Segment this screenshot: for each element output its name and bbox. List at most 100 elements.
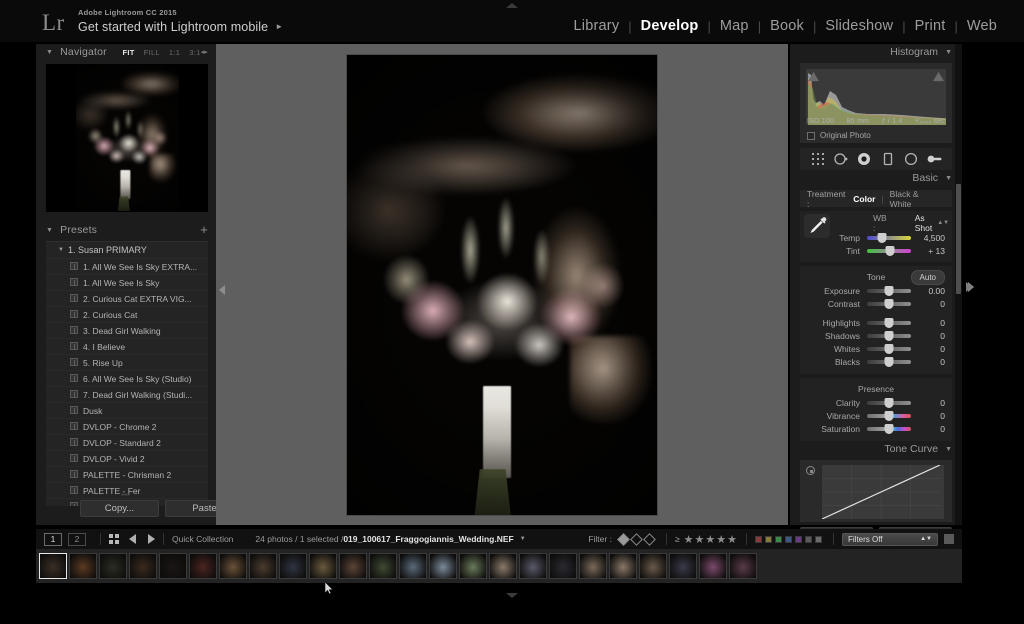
preset-item[interactable]: DVLOP - Vivid 2 <box>46 451 208 467</box>
slider-track[interactable] <box>867 397 911 408</box>
arrow-left-icon[interactable] <box>129 534 136 544</box>
preset-item[interactable]: PALETTE - Chrisman 2 <box>46 467 208 483</box>
preset-item[interactable]: DVLOP - Chrome 2 <box>46 419 208 435</box>
slider-track[interactable] <box>867 356 911 367</box>
rating-operator[interactable]: ≥ <box>675 534 680 544</box>
color-label-swatch[interactable] <box>795 535 802 543</box>
slider-value[interactable]: 0 <box>911 331 945 341</box>
flag-unflagged-icon[interactable] <box>630 532 643 546</box>
preset-item[interactable]: 3. Dead Girl Walking <box>46 323 208 339</box>
color-label-filters[interactable] <box>755 535 825 543</box>
module-slideshow[interactable]: Slideshow <box>816 18 902 34</box>
filmstrip-thumbnail[interactable] <box>249 553 277 579</box>
slider-track[interactable] <box>867 298 911 309</box>
filmstrip-thumbnail[interactable] <box>309 553 337 579</box>
filmstrip-thumbnail[interactable] <box>609 553 637 579</box>
filmstrip-thumbnail[interactable] <box>339 553 367 579</box>
slider-blacks[interactable]: Blacks 0 <box>807 355 945 368</box>
filmstrip-thumbnail[interactable] <box>129 553 157 579</box>
chevron-down-icon[interactable]: ▼ <box>945 49 952 56</box>
star-icon[interactable]: ★ <box>727 534 737 546</box>
page-button-1[interactable]: 1 <box>44 532 62 546</box>
color-label-swatch[interactable] <box>815 535 822 543</box>
color-label-swatch[interactable] <box>765 535 772 543</box>
treatment-bw-button[interactable]: Black & White <box>884 189 945 209</box>
tone-curve-panel[interactable] <box>800 460 952 522</box>
slider-contrast[interactable]: Contrast 0 <box>807 297 945 310</box>
star-icon[interactable]: ★ <box>695 534 705 546</box>
auto-tone-button[interactable]: Auto <box>910 270 945 285</box>
slider-knob[interactable] <box>884 397 894 408</box>
crop-overlay-icon[interactable] <box>811 152 825 166</box>
filmstrip-thumbnail[interactable] <box>669 553 697 579</box>
slider-tint[interactable]: Tint + 13 <box>807 244 945 257</box>
module-library[interactable]: Library <box>565 18 629 34</box>
color-label-swatch[interactable] <box>805 535 812 543</box>
preset-folder[interactable]: ▼ 1. Susan PRIMARY <box>46 242 208 259</box>
slider-whites[interactable]: Whites 0 <box>807 342 945 355</box>
module-web[interactable]: Web <box>958 18 1006 34</box>
rating-stars[interactable]: ★★★★★ <box>684 530 738 548</box>
main-photo[interactable] <box>347 55 657 515</box>
filmstrip-thumbnail[interactable] <box>579 553 607 579</box>
slider-value[interactable]: 0 <box>911 411 945 421</box>
right-scroll-thumb[interactable] <box>956 184 961 294</box>
flag-rejected-icon[interactable] <box>643 532 656 546</box>
right-panel-collapse-arrow[interactable] <box>966 282 972 292</box>
filmstrip-thumbnail[interactable] <box>429 553 457 579</box>
arrow-left-icon[interactable] <box>219 284 225 295</box>
quick-collection-label[interactable]: Quick Collection <box>172 534 233 544</box>
filmstrip-thumbnail[interactable] <box>189 553 217 579</box>
color-label-swatch[interactable] <box>755 535 762 543</box>
slider-highlights[interactable]: Highlights 0 <box>807 316 945 329</box>
color-label-swatch[interactable] <box>785 535 792 543</box>
slider-track[interactable] <box>867 330 911 341</box>
slider-value[interactable]: 0 <box>911 318 945 328</box>
graduated-filter-icon[interactable] <box>881 152 895 166</box>
slider-knob[interactable] <box>884 330 894 341</box>
presets-header[interactable]: ▼ Presets + <box>36 222 216 238</box>
filmstrip-thumbnail[interactable] <box>549 553 577 579</box>
original-photo-toggle[interactable]: Original Photo <box>807 131 871 140</box>
preset-item[interactable]: 2. Curious Cat EXTRA VIG... <box>46 291 208 307</box>
filmstrip-thumbnail[interactable] <box>399 553 427 579</box>
arrow-right-icon[interactable] <box>148 534 155 544</box>
adjustment-brush-icon[interactable] <box>927 152 942 166</box>
slider-track[interactable] <box>867 232 911 243</box>
preset-item[interactable]: 1. All We See Is Sky EXTRA... <box>46 259 208 275</box>
copy-button[interactable]: Copy... <box>80 500 159 517</box>
preset-item[interactable]: 5. Rise Up <box>46 355 208 371</box>
slider-knob[interactable] <box>877 232 887 243</box>
plus-icon[interactable]: + <box>200 223 208 236</box>
slider-value[interactable]: 0 <box>911 357 945 367</box>
histogram-header[interactable]: Histogram ▼ <box>790 44 962 60</box>
slider-clarity[interactable]: Clarity 0 <box>807 396 945 409</box>
filmstrip-thumbnail[interactable] <box>219 553 247 579</box>
slider-shadows[interactable]: Shadows 0 <box>807 329 945 342</box>
navigator-zoom-3-1[interactable]: 3:1 <box>189 48 200 57</box>
module-map[interactable]: Map <box>711 18 758 34</box>
slider-value[interactable]: 0.00 <box>911 286 945 296</box>
tone-curve-header[interactable]: Tone Curve ▼ <box>790 441 962 457</box>
filmstrip-thumbnail[interactable] <box>39 553 67 579</box>
slider-knob[interactable] <box>884 298 894 309</box>
histogram-panel[interactable]: ISO 100 85 mm ƒ / 1.4 ¹⁄₄₀₀₀ sec Origina… <box>800 63 952 143</box>
filmstrip-thumbnail[interactable] <box>279 553 307 579</box>
wb-value[interactable]: As Shot <box>915 213 933 233</box>
grid-view-icon[interactable] <box>109 534 119 544</box>
slider-value[interactable]: 0 <box>911 398 945 408</box>
slider-track[interactable] <box>867 245 911 256</box>
navigator-zoom-fit[interactable]: FIT <box>123 48 135 57</box>
chevron-down-icon[interactable]: ▼ <box>46 227 53 234</box>
basic-header[interactable]: Basic ▼ <box>790 170 962 186</box>
slider-track[interactable] <box>867 317 911 328</box>
slider-saturation[interactable]: Saturation 0 <box>807 422 945 435</box>
slider-knob[interactable] <box>884 423 894 434</box>
preset-item[interactable]: Dusk <box>46 403 208 419</box>
filmstrip-thumbnail[interactable] <box>69 553 97 579</box>
stepper-icon[interactable]: ◂▸ <box>201 48 208 56</box>
stepper-icon[interactable]: ▲▼ <box>920 536 932 542</box>
preset-item[interactable]: 4. I Believe <box>46 339 208 355</box>
checkbox-icon[interactable] <box>807 131 815 140</box>
preset-item[interactable]: 1. All We See Is Sky <box>46 275 208 291</box>
